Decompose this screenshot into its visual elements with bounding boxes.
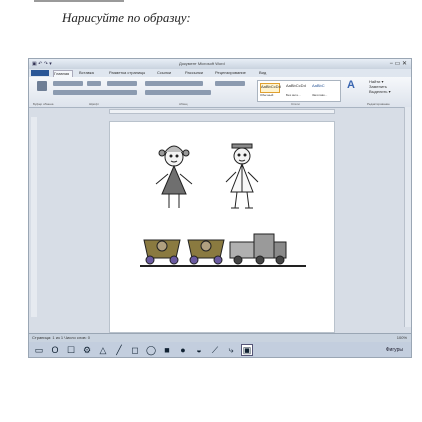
font-style-buttons[interactable] <box>53 90 137 95</box>
title-bar: ▣ ↶ ↷ ▾ Документ Microsoft Word − ▭ ✕ <box>29 59 411 69</box>
tab-review[interactable]: Рецензирование <box>215 70 253 76</box>
paste-button[interactable] <box>37 81 47 91</box>
girl-figure <box>155 145 193 208</box>
horizontal-ruler[interactable] <box>109 109 335 114</box>
editing-group: Найти ▾ Заменить Выделить ▾ <box>369 79 409 101</box>
tab-page-layout[interactable]: Разметка страницы <box>109 70 149 76</box>
group-styles: Стили <box>291 102 300 106</box>
list-buttons[interactable] <box>145 81 203 86</box>
fill-rect-tool-icon[interactable]: ■ <box>161 344 173 356</box>
tab-view[interactable]: Вид <box>259 70 271 76</box>
ribbon-group-labels: Буфер обмена Шрифт Абзац Стили Редактиро… <box>29 102 411 106</box>
gear-tool-icon[interactable]: ⚙ <box>81 344 93 356</box>
vertical-scrollbar[interactable] <box>404 107 411 327</box>
window-title: Документ Microsoft Word <box>179 61 225 66</box>
group-clipboard: Буфер обмена <box>33 102 54 106</box>
paragraph-buttons[interactable] <box>145 90 211 95</box>
style-heading[interactable]: AaBbC <box>312 83 330 91</box>
font-name-box[interactable] <box>53 81 83 86</box>
vertical-ruler[interactable] <box>31 117 37 317</box>
tab-mailings[interactable]: Рассылки <box>185 70 209 76</box>
style-heading-label: Заголово... <box>312 93 328 97</box>
indent-buttons[interactable] <box>215 81 245 86</box>
half-circle-tool-icon[interactable]: ◒ <box>193 344 205 356</box>
select-button[interactable]: Выделить ▾ <box>369 89 409 94</box>
fill-circle-tool-icon[interactable]: ● <box>177 344 189 356</box>
quick-access-toolbar[interactable]: ▣ ↶ ↷ ▾ <box>32 61 52 67</box>
top-divider <box>34 0 124 2</box>
curve-tool-icon[interactable]: ⟋ <box>209 344 221 356</box>
train-drawing <box>140 233 306 267</box>
word-screenshot: ▣ ↶ ↷ ▾ Документ Microsoft Word − ▭ ✕ Гл… <box>28 58 412 358</box>
group-paragraph: Абзац <box>179 102 188 106</box>
document-page[interactable] <box>109 121 335 333</box>
textbox-tool-icon[interactable]: ☐ <box>65 344 77 356</box>
boy-figure <box>225 143 259 209</box>
rectangle-tool-icon[interactable]: ▭ <box>33 344 45 356</box>
arrow-tool-icon[interactable]: ⤷ <box>225 344 237 356</box>
triangle-tool-icon[interactable]: △ <box>97 344 109 356</box>
line-tool-icon[interactable]: ╱ <box>113 344 125 356</box>
window-controls[interactable]: − ▭ ✕ <box>389 60 407 67</box>
status-bar: Страница: 1 из 1 Число слов: 0 100% <box>29 333 411 342</box>
drawing-toolbar: ▭ O ☐ ⚙ △ ╱ ◻ ◯ ■ ● ◒ ⟋ ⤷ ▣ Фигуры <box>29 342 411 357</box>
shape-tool-icon[interactable]: ◻ <box>129 344 141 356</box>
file-tab[interactable] <box>31 70 49 76</box>
tab-references[interactable]: Ссылки <box>157 70 179 76</box>
style-no-spacing-label: Без инте... <box>286 93 301 97</box>
oval-tool-icon[interactable]: O <box>49 344 61 356</box>
ribbon-tabs: Главная Вставка Разметка страницы Ссылки… <box>29 69 411 77</box>
group-editing: Редактирование <box>367 102 390 106</box>
ribbon-panel: AaBbCcDd AaBbCcDd AaBbC Обычный Без инте… <box>29 77 411 108</box>
page-caption: Нарисуйте по образцу: <box>62 10 191 25</box>
zoom-level[interactable]: 100% <box>397 335 407 340</box>
drawing-canvas <box>140 143 306 267</box>
change-styles-icon[interactable]: A <box>347 79 355 91</box>
style-normal[interactable]: AaBbCcDd <box>260 83 281 93</box>
font-size-box[interactable] <box>87 81 101 86</box>
shapes-menu[interactable]: Фигуры <box>386 347 403 353</box>
group-font: Шрифт <box>89 102 99 106</box>
circle-tool-icon[interactable]: ◯ <box>145 344 157 356</box>
style-no-spacing[interactable]: AaBbCcDd <box>286 83 306 91</box>
frame-tool-icon[interactable]: ▣ <box>241 344 253 356</box>
tab-home[interactable]: Главная <box>53 70 73 77</box>
style-normal-label: Обычный <box>260 93 274 97</box>
tab-insert[interactable]: Вставка <box>79 70 101 76</box>
styles-gallery[interactable]: AaBbCcDd AaBbCcDd AaBbC Обычный Без инте… <box>257 80 341 102</box>
status-page-info: Страница: 1 из 1 Число слов: 0 <box>32 335 90 340</box>
font-format-buttons[interactable] <box>107 81 137 86</box>
